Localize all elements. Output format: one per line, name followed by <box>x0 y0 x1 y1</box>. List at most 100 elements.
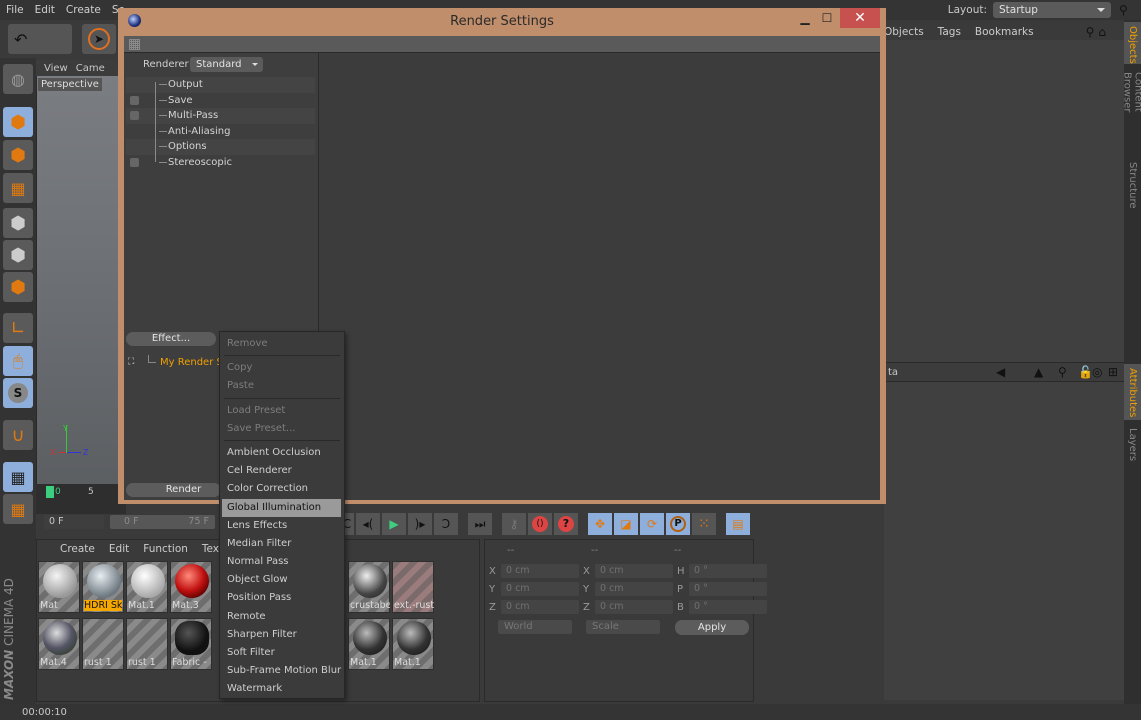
pos-z-field[interactable]: 0 cm <box>501 600 579 614</box>
edges-mode[interactable]: ⬢ <box>3 240 33 270</box>
material-swatch[interactable]: Fabric - <box>170 618 212 670</box>
menu-item-copy[interactable]: Copy <box>220 359 344 377</box>
loop-forward-button[interactable]: Ɔ <box>434 513 458 535</box>
size-x-field[interactable]: 0 cm <box>595 564 673 578</box>
tab-content-browser[interactable]: Content Browser <box>1122 68 1141 152</box>
rotate-key-button[interactable]: ⟳ <box>640 513 664 535</box>
keyframe-button[interactable]: ⚷ <box>502 513 526 535</box>
material-swatch[interactable]: ext.-rust <box>392 561 434 613</box>
close-button[interactable]: ✕ <box>840 8 880 28</box>
menu-item-ambient-occlusion[interactable]: Ambient Occlusion <box>220 444 344 462</box>
up-arrow-icon[interactable]: ▲ <box>1034 365 1043 379</box>
menu-item-cel-renderer[interactable]: Cel Renderer <box>220 462 344 480</box>
material-swatch[interactable]: HDRI Sk <box>82 561 124 613</box>
go-to-end-button[interactable]: ⏭ <box>468 513 492 535</box>
pos-y-field[interactable]: 0 cm <box>501 582 579 596</box>
menu-item-watermark[interactable]: Watermark <box>220 680 344 698</box>
viewport-menu-cameras[interactable]: Came <box>76 63 105 74</box>
material-menu-edit[interactable]: Edit <box>109 543 129 555</box>
workplane-tool[interactable]: ◍ <box>3 64 33 94</box>
material-swatch[interactable]: Mat.1 <box>348 618 390 670</box>
menu-item-global-illumination[interactable]: Global Illumination <box>222 498 341 517</box>
material-swatch[interactable]: Mat.4 <box>38 618 80 670</box>
new-panel-icon[interactable]: ⊞ <box>1108 365 1118 379</box>
menu-item-color-correction[interactable]: Color Correction <box>220 480 344 498</box>
back-arrow-icon[interactable]: ◀ <box>996 365 1005 379</box>
material-swatch[interactable]: rust 1 <box>126 618 168 670</box>
home-icon[interactable]: ⌂ <box>1098 25 1106 39</box>
scale-key-button[interactable]: ◪ <box>614 513 638 535</box>
render-button[interactable]: Render <box>126 483 221 497</box>
coord-mode-dropdown[interactable]: Scale <box>586 620 660 634</box>
maximize-button[interactable]: ☐ <box>818 8 836 28</box>
param-key-button[interactable]: P <box>666 513 690 535</box>
tab-objects[interactable]: Objects <box>1124 22 1141 64</box>
magnet-tool[interactable]: ∪ <box>3 420 33 450</box>
menu-item-position-pass[interactable]: Position Pass <box>220 589 344 607</box>
rot-h-field[interactable]: 0 ° <box>689 564 767 578</box>
menu-edit[interactable]: Edit <box>35 4 55 16</box>
viewport[interactable] <box>36 60 126 486</box>
material-swatch[interactable]: rust 1 <box>82 618 124 670</box>
render-preset-item[interactable]: ⛶ My Render Se <box>126 355 229 369</box>
polygons-mode[interactable]: ⬢ <box>3 272 33 302</box>
menu-item-normal-pass[interactable]: Normal Pass <box>220 553 344 571</box>
effect-button[interactable]: Effect... <box>126 332 216 346</box>
material-menu-create[interactable]: Create <box>60 543 95 555</box>
workplane-mode[interactable]: ▦ <box>3 173 33 203</box>
material-swatch[interactable]: Mat.1 <box>392 618 434 670</box>
next-frame-button[interactable]: )▸ <box>408 513 432 535</box>
undo-button[interactable]: ↶ <box>8 24 72 54</box>
snap-tool[interactable]: S <box>3 378 33 408</box>
om-menu-tags[interactable]: Tags <box>938 26 961 38</box>
menu-item-median-filter[interactable]: Median Filter <box>220 535 344 553</box>
search-icon[interactable]: ⚲ <box>1119 3 1133 17</box>
multipass-checkbox[interactable] <box>130 111 139 121</box>
frame-range-slider[interactable]: 0 F 75 F <box>110 515 215 529</box>
viewport-menu-view[interactable]: View <box>44 63 68 74</box>
rot-p-field[interactable]: 0 ° <box>689 582 767 596</box>
material-swatch[interactable]: Mat.1 <box>126 561 168 613</box>
menu-item-paste[interactable]: Paste <box>220 377 344 395</box>
tab-attributes[interactable]: Attributes <box>1124 364 1141 420</box>
menu-item-lens-effects[interactable]: Lens Effects <box>220 517 344 535</box>
menu-item-sub-frame-motion-blur[interactable]: Sub-Frame Motion Blur <box>220 662 344 680</box>
current-frame-field[interactable]: 0 F <box>44 515 104 529</box>
tweak-mode[interactable]: 🖱 <box>3 346 33 376</box>
menu-item-remote[interactable]: Remote <box>220 608 344 626</box>
material-swatch[interactable]: Mat.3 <box>170 561 212 613</box>
menu-item-object-glow[interactable]: Object Glow <box>220 571 344 589</box>
save-checkbox[interactable] <box>130 95 139 105</box>
size-z-field[interactable]: 0 cm <box>595 600 673 614</box>
rot-b-field[interactable]: 0 ° <box>689 600 767 614</box>
layout-dropdown[interactable]: Startup <box>993 2 1111 18</box>
menu-item-save-preset[interactable]: Save Preset... <box>220 420 344 438</box>
menu-item-remove[interactable]: Remove <box>220 335 344 353</box>
tab-layers[interactable]: Layers <box>1124 424 1141 461</box>
coord-space-dropdown[interactable]: World <box>498 620 572 634</box>
lock-workplane[interactable]: ▦ <box>3 462 33 492</box>
grip-icon[interactable] <box>129 39 140 50</box>
menu-file[interactable]: File <box>6 4 24 16</box>
workplane-align[interactable]: ▦ <box>3 494 33 524</box>
playhead[interactable] <box>46 486 54 498</box>
points-mode[interactable]: ⬢ <box>3 208 33 238</box>
lock-icon[interactable]: 🔓 <box>1078 365 1093 379</box>
om-menu-bookmarks[interactable]: Bookmarks <box>975 26 1034 38</box>
target-icon[interactable]: ◎ <box>1092 365 1102 379</box>
material-swatch[interactable]: Mat <box>38 561 80 613</box>
material-swatch[interactable]: crustabe <box>348 561 390 613</box>
axis-tool[interactable]: ∟ <box>3 313 33 343</box>
model-mode[interactable]: ⬢ <box>3 107 33 137</box>
tab-structure[interactable]: Structure <box>1124 158 1141 209</box>
menu-item-soft-filter[interactable]: Soft Filter <box>220 644 344 662</box>
stereoscopic-checkbox[interactable] <box>130 157 139 167</box>
menu-item-sharpen-filter[interactable]: Sharpen Filter <box>220 626 344 644</box>
material-menu-function[interactable]: Function <box>143 543 188 555</box>
apply-button[interactable]: Apply <box>675 620 749 635</box>
attr-search-icon[interactable]: ⚲ <box>1058 365 1067 379</box>
prev-frame-button[interactable]: ◂( <box>356 513 380 535</box>
om-search-icon[interactable]: ⚲ <box>1086 25 1095 39</box>
select-tool-button[interactable]: ➤ <box>82 24 116 54</box>
timeline-window-button[interactable]: ▤ <box>726 513 750 535</box>
